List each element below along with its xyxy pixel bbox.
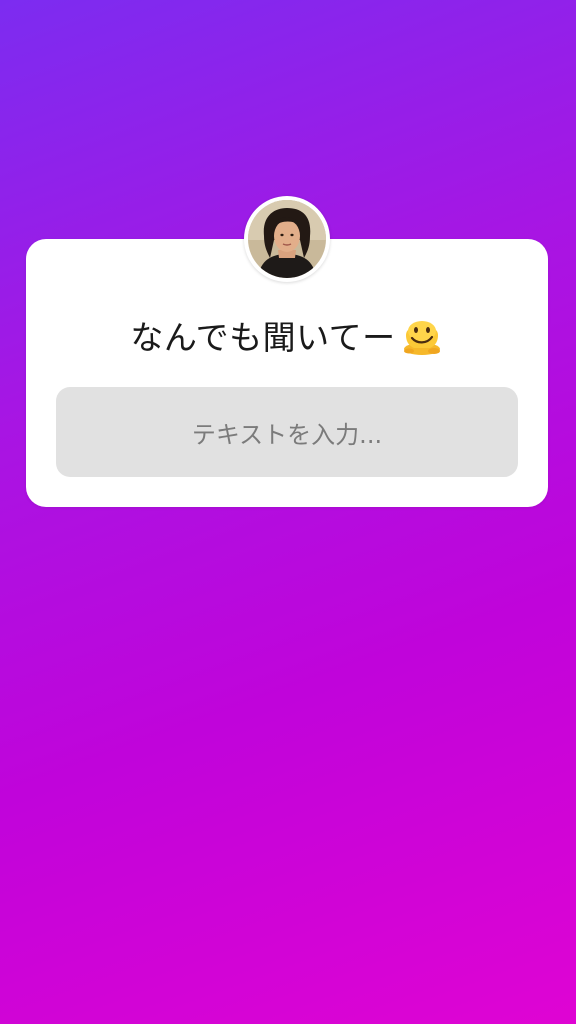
answer-input[interactable]: テキストを入力...	[56, 387, 518, 477]
question-text: なんでも聞いてー	[130, 318, 396, 357]
melting-face-emoji-icon	[400, 313, 444, 357]
profile-photo-icon	[248, 200, 326, 278]
profile-avatar	[244, 196, 330, 282]
question-row: なんでも聞いてー	[26, 311, 548, 359]
answer-placeholder: テキストを入力...	[191, 420, 383, 449]
story-background	[0, 0, 576, 1024]
